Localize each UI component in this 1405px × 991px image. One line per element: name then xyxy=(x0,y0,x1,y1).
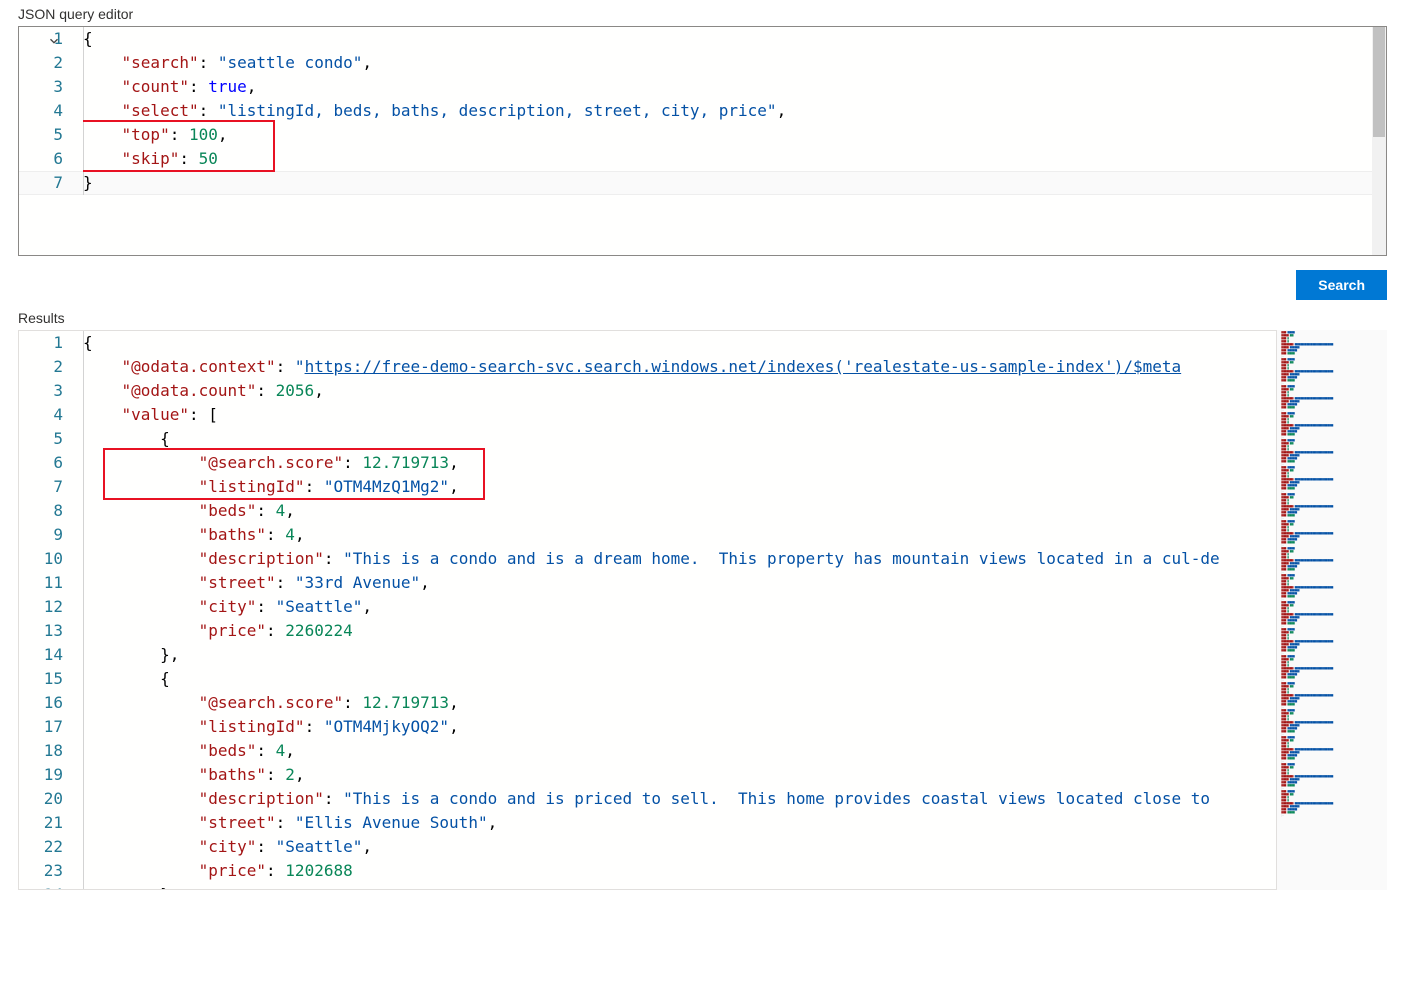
query-code-lines[interactable]: { "search": "seattle condo", "count": tr… xyxy=(83,27,1386,255)
results-code-lines[interactable]: { "@odata.context": "https://free-demo-s… xyxy=(83,331,1276,889)
search-button[interactable]: Search xyxy=(1296,270,1387,300)
results-minimap[interactable]: ████ ██████ ██████ ███ ████ █ ████ █ ███… xyxy=(1277,330,1387,890)
results-viewer[interactable]: 123456789101112131415161718192021222324 … xyxy=(18,330,1387,890)
query-gutter: 1234567 xyxy=(19,27,83,255)
results-label: Results xyxy=(18,310,1387,326)
query-scrollbar[interactable] xyxy=(1372,27,1386,255)
json-query-editor[interactable]: 1234567 { "search": "seattle condo", "co… xyxy=(18,26,1387,256)
query-editor-label: JSON query editor xyxy=(18,6,1387,22)
fold-icon[interactable] xyxy=(47,31,61,45)
results-gutter: 123456789101112131415161718192021222324 xyxy=(19,331,83,889)
